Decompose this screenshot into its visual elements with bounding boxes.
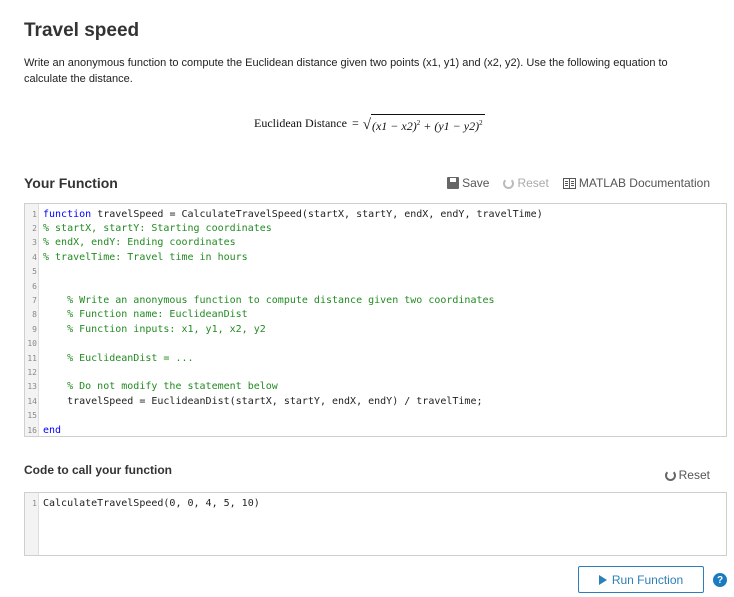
code-text: % endX, endY: Ending coordinates <box>43 237 236 249</box>
line-number: 8 <box>32 310 37 320</box>
equation-equals: = <box>351 116 359 130</box>
line-number: 3 <box>32 238 37 248</box>
call-reset-button[interactable]: Reset <box>664 468 710 482</box>
line-number: 11 <box>27 353 37 363</box>
code-lines: 1 CalculateTravelSpeed(0, 0, 4, 5, 10) <box>25 496 726 510</box>
code-line[interactable]: 13 % Do not modify the statement below <box>25 380 726 394</box>
code-line[interactable]: 10 <box>25 337 726 351</box>
call-reset-label: Reset <box>678 468 710 482</box>
code-text: end <box>43 424 62 436</box>
equation-plus: + <box>420 119 435 133</box>
documentation-label: MATLAB Documentation <box>578 176 710 190</box>
line-number: 6 <box>32 281 37 291</box>
code-text: % Write an anonymous function to compute… <box>43 295 495 307</box>
editor-toolbar: Save Reset MATLAB Documentation <box>433 176 710 190</box>
code-text: % Function name: EuclideanDist <box>43 309 248 321</box>
term-y: (y1 − y2) <box>434 119 480 133</box>
equation-sqrt: √ (x1 − x2)2 + (y1 − y2)2 <box>363 114 485 133</box>
code-line[interactable]: 2 % startX, startY: Starting coordinates <box>25 221 726 235</box>
line-number: 12 <box>27 367 37 377</box>
function-code-editor[interactable]: 1 function travelSpeed = CalculateTravelS… <box>24 203 727 437</box>
code-text: travelSpeed = EuclideanDist(startX, star… <box>43 395 483 407</box>
line-number: 7 <box>32 296 37 306</box>
exponent-y: 2 <box>479 119 483 127</box>
play-icon <box>598 574 607 585</box>
euclidean-equation: Euclidean Distance = √ (x1 − x2) 2 + (y1 … <box>254 114 485 133</box>
refresh-icon <box>664 469 676 481</box>
page-title: Travel speed <box>24 20 140 41</box>
code-text: % travelTime: Travel time in hours <box>43 251 248 263</box>
code-line[interactable]: 1 function travelSpeed = CalculateTravelS… <box>25 207 726 221</box>
line-number: 4 <box>32 252 37 262</box>
run-function-button[interactable]: Run Function <box>578 566 704 593</box>
line-number: 9 <box>32 324 37 334</box>
problem-description: Write an anonymous function to compute t… <box>24 57 668 85</box>
line-number: 1 <box>32 498 37 508</box>
code-text: function travelSpeed = CalculateTravelSp… <box>43 208 543 220</box>
code-line[interactable]: 14 travelSpeed = EuclideanDist(startX, s… <box>25 394 726 408</box>
code-lines: 1 function travelSpeed = CalculateTravelS… <box>25 207 726 436</box>
code-text: % startX, startY: Starting coordinates <box>43 223 272 235</box>
help-icon[interactable]: ? <box>713 573 727 587</box>
code-line[interactable]: 1 CalculateTravelSpeed(0, 0, 4, 5, 10) <box>25 496 726 510</box>
call-code-title: Code to call your function <box>24 463 173 477</box>
reset-label: Reset <box>517 176 549 190</box>
documentation-icon <box>562 177 576 189</box>
matlab-documentation-link[interactable]: MATLAB Documentation <box>562 176 710 190</box>
code-text: % Do not modify the statement below <box>43 381 278 393</box>
code-line[interactable]: 3 % endX, endY: Ending coordinates <box>25 236 726 250</box>
line-number: 10 <box>27 339 37 349</box>
line-number: 13 <box>27 382 37 392</box>
code-line[interactable]: 12 <box>25 365 726 379</box>
equation-radicand: (x1 − x2)2 + (y1 − y2)2 <box>370 114 485 133</box>
call-code-editor[interactable]: 1 CalculateTravelSpeed(0, 0, 4, 5, 10) <box>24 492 727 556</box>
line-number: 2 <box>32 224 37 234</box>
code-line[interactable]: 5 <box>25 265 726 279</box>
your-function-title: Your Function <box>24 175 118 191</box>
equation-lhs: Euclidean Distance <box>254 116 347 130</box>
code-text: % Function inputs: x1, y1, x2, y2 <box>43 323 266 335</box>
code-line[interactable]: 16 end <box>25 423 726 436</box>
term-x: (x1 − x2) <box>371 119 417 133</box>
code-line[interactable]: 15 <box>25 408 726 422</box>
save-label: Save <box>462 176 490 190</box>
line-number: 16 <box>27 425 37 435</box>
line-number: 14 <box>27 396 37 406</box>
save-icon <box>447 177 460 189</box>
code-text: CalculateTravelSpeed(0, 0, 4, 5, 10) <box>43 497 260 509</box>
reset-button[interactable]: Reset <box>503 176 549 190</box>
run-function-label: Run Function <box>611 572 684 587</box>
code-line[interactable]: 8 % Function name: EuclideanDist <box>25 308 726 322</box>
sqrt-symbol: √ <box>362 117 371 133</box>
reset-icon <box>503 177 515 189</box>
code-line[interactable]: 7 % Write an anonymous function to compu… <box>25 293 726 307</box>
code-line[interactable]: 9 % Function inputs: x1, y1, x2, y2 <box>25 322 726 336</box>
code-line[interactable]: 6 <box>25 279 726 293</box>
line-number: 15 <box>27 411 37 421</box>
code-text: % EuclideanDist = ... <box>43 352 194 364</box>
code-line[interactable]: 11 % EuclideanDist = ... <box>25 351 726 365</box>
line-number: 1 <box>32 209 37 219</box>
save-button[interactable]: Save <box>447 176 489 190</box>
line-number: 5 <box>32 267 37 277</box>
code-line[interactable]: 4 % travelTime: Travel time in hours <box>25 250 726 264</box>
